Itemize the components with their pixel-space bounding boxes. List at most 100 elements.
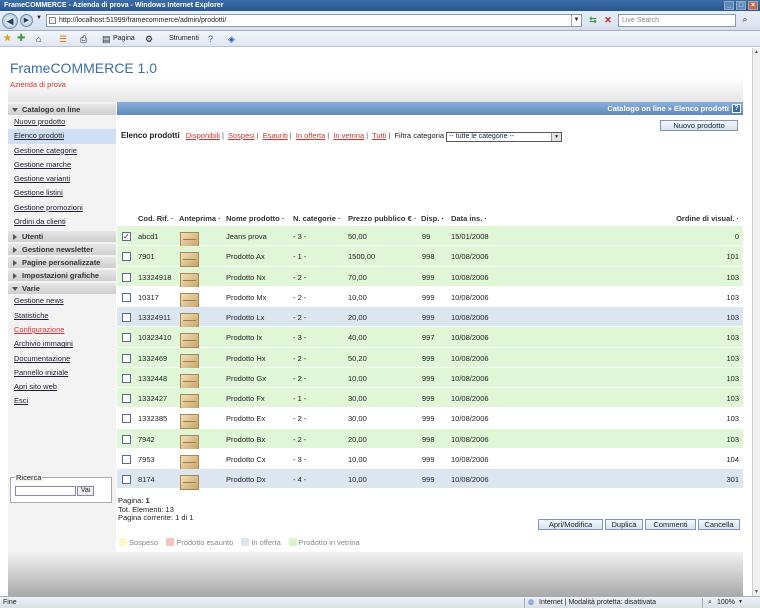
delete-button[interactable]: Cancella	[698, 519, 740, 530]
product-thumbnail[interactable]	[180, 353, 199, 369]
table-row[interactable]: 8174 Prodotto Dx - 4 - 10,00 999 10/08/2006 30…	[117, 469, 743, 490]
zoom-icon[interactable]: ⌕	[708, 597, 712, 608]
close-window-button[interactable]: ×	[748, 1, 758, 10]
vertical-scrollbar[interactable]: ▲ ▼	[752, 48, 760, 596]
filter-in-offerta[interactable]: In offerta	[296, 131, 325, 140]
sidebar-item[interactable]: Gestione categorie	[8, 144, 116, 158]
zoom-dropdown-icon[interactable]: ▼	[738, 597, 743, 608]
maximize-button[interactable]: □	[736, 1, 746, 10]
col-availability[interactable]: Disp. ·	[421, 212, 444, 226]
row-checkbox[interactable]	[122, 313, 131, 322]
col-date[interactable]: Data ins. ·	[451, 212, 487, 226]
sidebar-section-header[interactable]: Catalogo on line	[8, 104, 116, 115]
favorites-star-icon[interactable]: ★	[3, 31, 12, 47]
sidebar-section-header[interactable]: Impostazioni grafiche	[8, 270, 116, 282]
row-checkbox[interactable]	[122, 475, 131, 484]
col-categories[interactable]: N. categorie ·	[293, 212, 341, 226]
table-row[interactable]: 1332427 Prodotto Fx - 1 - 30,00 999 10/08/200…	[117, 388, 743, 409]
row-checkbox[interactable]	[122, 414, 131, 424]
zoom-level[interactable]: 100%	[717, 597, 735, 608]
product-thumbnail[interactable]	[180, 414, 199, 430]
new-product-button[interactable]: Nuovo prodotto	[660, 120, 738, 131]
row-checkbox[interactable]	[122, 454, 131, 464]
filter-tutti[interactable]: Tutti	[372, 131, 386, 140]
row-checkbox[interactable]	[122, 353, 131, 363]
product-thumbnail[interactable]	[180, 454, 199, 470]
breadcrumb-text[interactable]: Catalogo on line » Elenco prodotti	[607, 104, 729, 113]
research-icon[interactable]: ◈	[228, 31, 235, 47]
url-input[interactable]: http://localhost:51999/framecommerce/adm…	[46, 14, 582, 27]
sidebar-item[interactable]: Apri sito web	[8, 380, 116, 394]
product-thumbnail[interactable]	[180, 272, 199, 288]
sidebar-item[interactable]: Pannello iniziale	[8, 366, 116, 380]
sidebar-item[interactable]: Gestione news	[8, 294, 116, 308]
filter-in-vetrina[interactable]: In vetrina	[333, 131, 364, 140]
row-checkbox[interactable]	[122, 333, 131, 343]
sidebar-item[interactable]: Gestione varianti	[8, 172, 116, 186]
open-edit-button[interactable]: Apri/Modifica	[538, 519, 603, 530]
page-menu-icon[interactable]: ▤	[102, 31, 111, 47]
product-thumbnail[interactable]	[180, 232, 199, 247]
product-thumbnail[interactable]	[180, 394, 199, 409]
category-select[interactable]: -- tutte le categorie --	[446, 132, 563, 142]
sidebar-section-header[interactable]: Utenti	[8, 231, 116, 243]
col-preview[interactable]: Anteprima ·	[179, 212, 221, 226]
search-icon[interactable]: ⌕	[738, 13, 752, 26]
page-number[interactable]: 1	[146, 496, 150, 505]
page-menu[interactable]: Pagina	[113, 31, 135, 47]
back-icon[interactable]: ◀	[2, 13, 18, 29]
url-dropdown-icon[interactable]: ▼	[571, 15, 581, 26]
sidebar-item[interactable]: Ordini da clienti	[8, 215, 116, 229]
print-icon[interactable]: ⎙	[80, 31, 87, 47]
sidebar-item[interactable]: Configurazione	[8, 323, 116, 337]
search-go-button[interactable]: Vai	[77, 486, 94, 496]
tools-icon[interactable]: ⚙	[145, 31, 153, 47]
col-price[interactable]: Prezzo pubblico € ·	[348, 212, 416, 226]
feeds-icon[interactable]: ☰	[59, 31, 67, 47]
sidebar-item[interactable]: Documentazione	[8, 352, 116, 366]
sidebar-section-header[interactable]: Gestione newsletter	[8, 244, 116, 256]
product-thumbnail[interactable]	[180, 292, 199, 308]
sidebar-item[interactable]: Statistiche	[8, 309, 116, 323]
scroll-down-icon[interactable]: ▼	[753, 588, 760, 596]
col-name[interactable]: Nome prodotto ·	[226, 212, 284, 226]
row-checkbox[interactable]	[122, 252, 131, 262]
product-thumbnail[interactable]	[180, 434, 199, 450]
product-thumbnail[interactable]	[180, 333, 199, 349]
duplicate-button[interactable]: Duplica	[605, 519, 643, 530]
history-dropdown-icon[interactable]: ▼	[36, 15, 42, 21]
sidebar-section-header[interactable]: Pagine personalizzate	[8, 257, 116, 269]
table-row[interactable]: 7942 Prodotto Bx - 2 - 20,00 998 10/08/2006 10…	[117, 428, 743, 450]
table-row[interactable]: ✓ abcd1 Jeans prova - 3 - 50,00 99 15/01/2008 0	[117, 226, 743, 247]
table-row[interactable]: 1332469 Prodotto Hx - 2 - 50,20 999 10/08/200…	[117, 347, 743, 369]
compatibility-icon[interactable]: ⇆	[586, 14, 600, 27]
sidebar-item[interactable]: Archivio immagini	[8, 337, 116, 351]
home-icon[interactable]: ⌂	[36, 31, 41, 47]
table-row[interactable]: 13324918 Prodotto Nx - 2 - 70,00 999 10/08/20…	[117, 266, 743, 288]
stop-icon[interactable]: ✕	[601, 14, 615, 27]
add-favorites-icon[interactable]: ✚	[17, 31, 25, 47]
sidebar-section-header[interactable]: Varie	[8, 283, 116, 295]
row-checkbox[interactable]: ✓	[122, 232, 131, 241]
table-row[interactable]: 13324911 Prodotto Lx - 2 - 20,00 999 10/08/20…	[117, 307, 743, 328]
sidebar-item[interactable]: Gestione marche	[8, 158, 116, 172]
table-row[interactable]: 1332448 Prodotto Gx - 2 - 10,00 999 10/08/200…	[117, 367, 743, 389]
row-checkbox[interactable]	[122, 394, 131, 403]
minimize-button[interactable]: _	[724, 1, 734, 10]
table-row[interactable]: 10323410 Prodotto Ix - 3 - 40,00 997 10/08/20…	[117, 327, 743, 349]
live-search-input[interactable]: Live Search	[618, 14, 736, 27]
sidebar-item[interactable]: Esci	[8, 394, 116, 408]
product-thumbnail[interactable]	[180, 313, 199, 328]
col-code[interactable]: Cod. Rif. ·	[138, 212, 173, 226]
help-question-icon[interactable]: ?	[732, 104, 741, 113]
sidebar-item[interactable]: Elenco prodotti	[8, 129, 116, 144]
row-checkbox[interactable]	[122, 434, 131, 444]
col-order[interactable]: Ordine di visual. ·	[676, 212, 739, 226]
help-icon[interactable]: ?	[208, 31, 213, 47]
product-thumbnail[interactable]	[180, 252, 199, 268]
tools-menu[interactable]: Strumenti	[169, 31, 199, 47]
table-row[interactable]: 1332385 Prodotto Ex - 2 - 30,00 999 10/08/200…	[117, 408, 743, 430]
row-checkbox[interactable]	[122, 272, 131, 282]
sidebar-item[interactable]: Nuovo prodotto	[8, 115, 116, 129]
row-checkbox[interactable]	[122, 373, 131, 383]
